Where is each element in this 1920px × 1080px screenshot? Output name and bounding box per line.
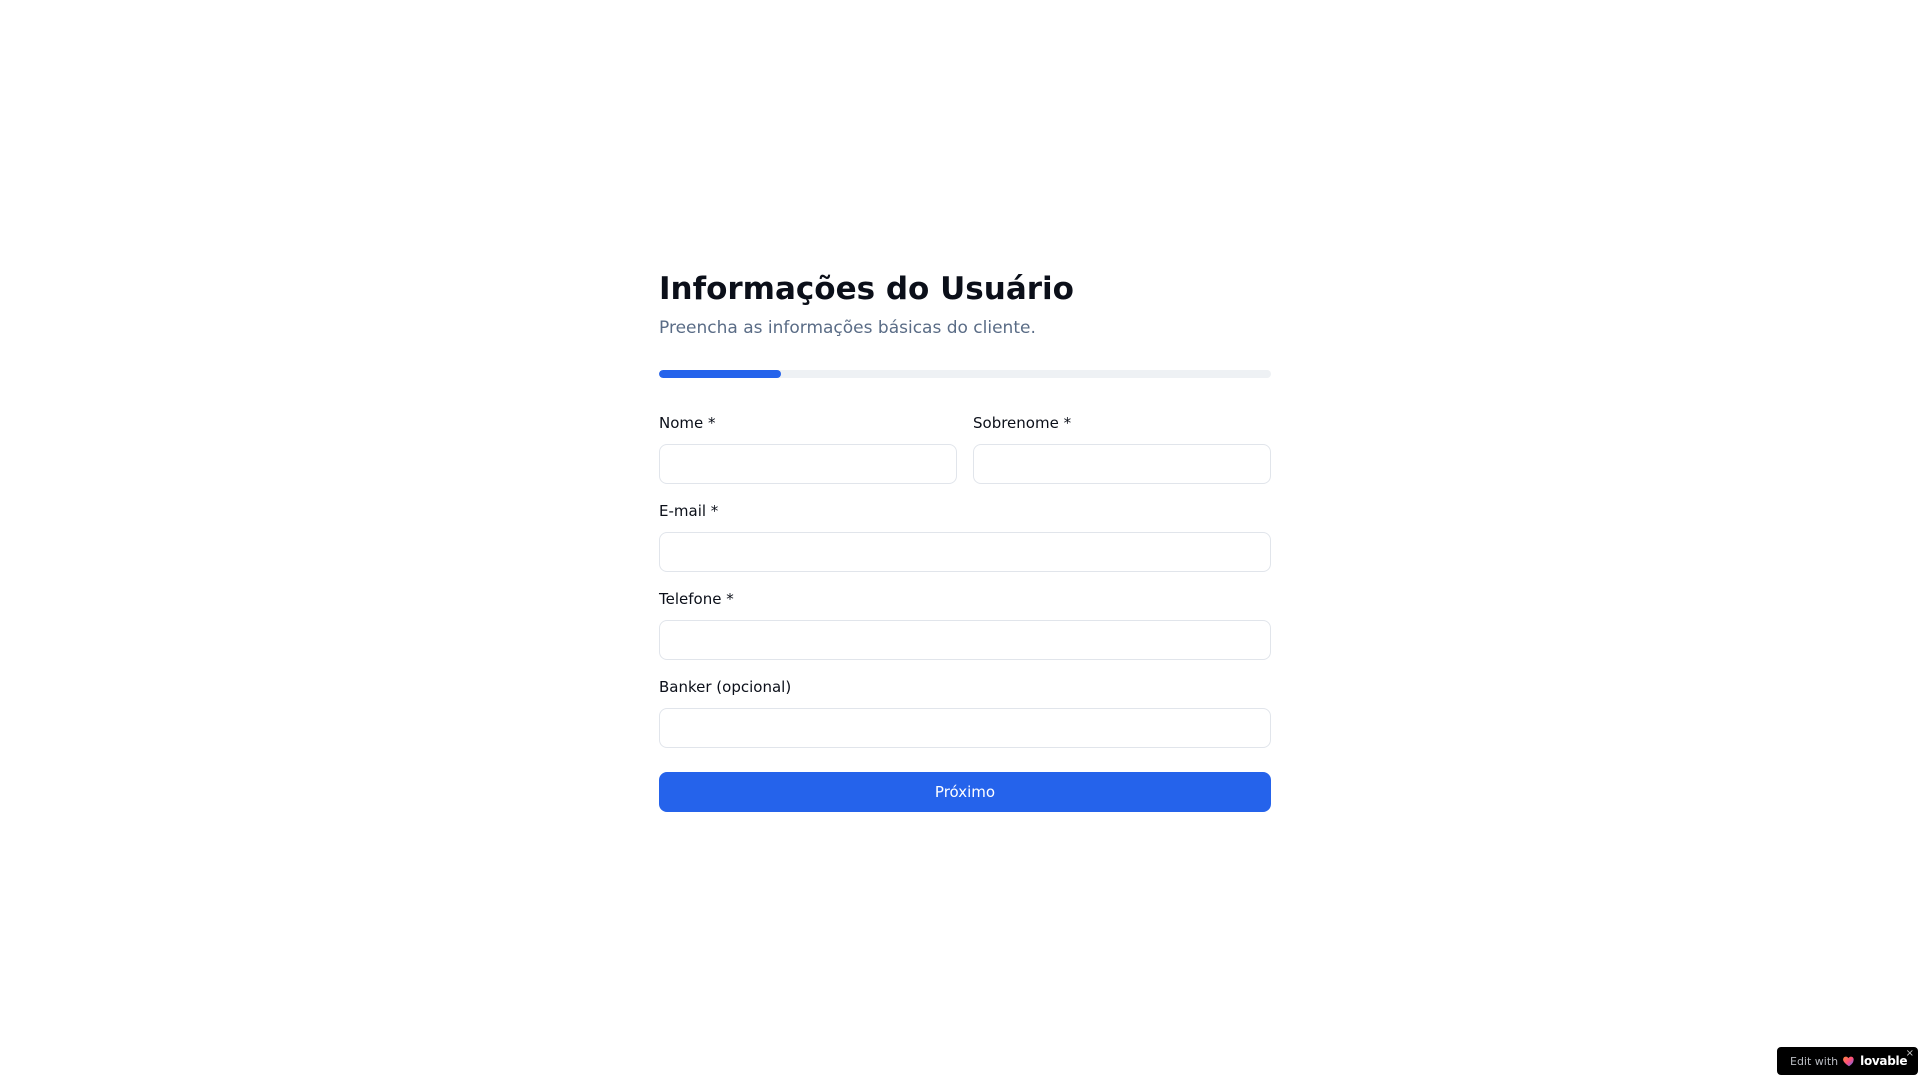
next-button[interactable]: Próximo xyxy=(659,772,1271,812)
page-subtitle: Preencha as informações básicas do clien… xyxy=(659,318,1036,338)
last-name-label: Sobrenome * xyxy=(973,414,1072,432)
email-group: E-mail * xyxy=(659,502,1271,572)
first-name-label: Nome * xyxy=(659,414,716,432)
badge-prefix-text: Edit with xyxy=(1790,1054,1839,1068)
badge-brand-text: lovable xyxy=(1860,1054,1908,1068)
close-icon[interactable]: × xyxy=(1906,1048,1914,1059)
banker-group: Banker (opcional) xyxy=(659,678,1271,748)
progress-bar xyxy=(659,370,1271,378)
banker-input[interactable] xyxy=(659,708,1271,748)
page: Informações do Usuário Preencha as infor… xyxy=(0,0,1920,1080)
first-name-input[interactable] xyxy=(659,444,957,484)
last-name-input[interactable] xyxy=(973,444,1271,484)
phone-group: Telefone * xyxy=(659,590,1271,660)
last-name-group: Sobrenome * xyxy=(973,414,1271,484)
lovable-heart-icon xyxy=(1843,1056,1854,1067)
page-title: Informações do Usuário xyxy=(659,271,1074,307)
first-name-group: Nome * xyxy=(659,414,957,484)
email-input[interactable] xyxy=(659,532,1271,572)
phone-input[interactable] xyxy=(659,620,1271,660)
email-label: E-mail * xyxy=(659,502,719,520)
form-fields: Nome * Sobrenome * E-mail * Telefone * B… xyxy=(659,414,1271,812)
edit-with-lovable-badge[interactable]: Edit with lovable × xyxy=(1777,1047,1918,1075)
progress-bar-fill xyxy=(659,370,782,378)
user-info-form: Informações do Usuário Preencha as infor… xyxy=(659,262,1271,812)
banker-label: Banker (opcional) xyxy=(659,678,792,696)
phone-label: Telefone * xyxy=(659,590,734,608)
name-row: Nome * Sobrenome * xyxy=(659,414,1271,484)
